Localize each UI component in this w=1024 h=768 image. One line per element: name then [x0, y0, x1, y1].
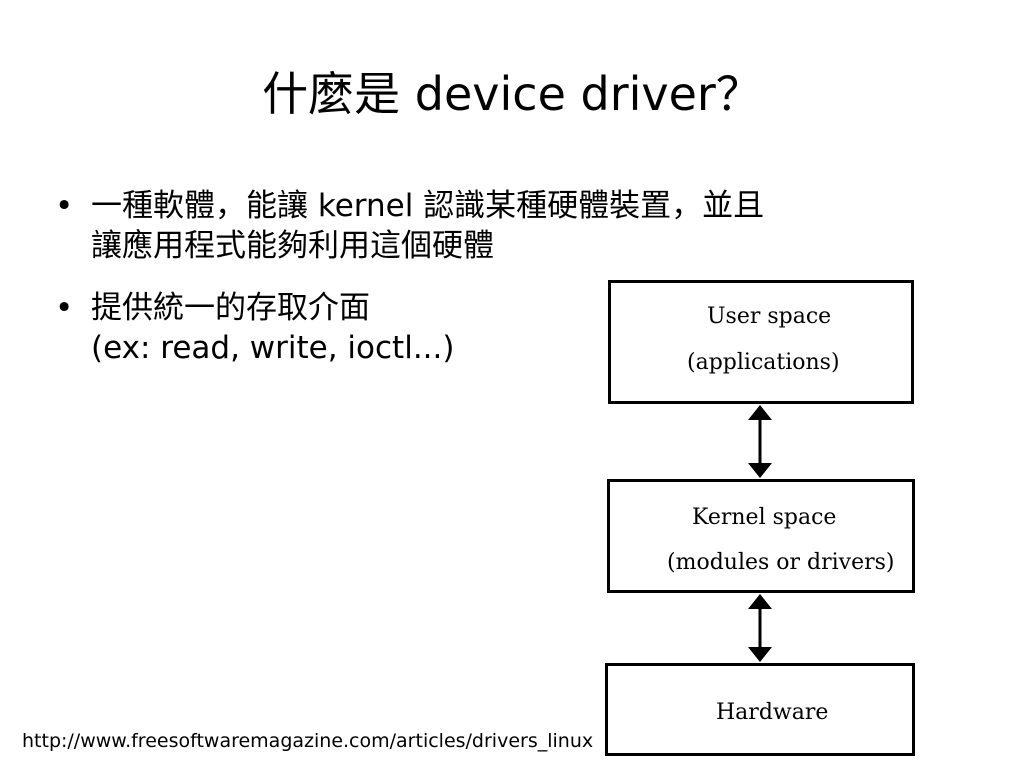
box-title: Hardware [716, 700, 829, 725]
bullet-item-2: • 提供統一的存取介面 (ex: read, write, ioctl...) [55, 288, 575, 372]
hardware-box: Hardware [605, 663, 915, 756]
bullet-line: 提供統一的存取介面 [91, 290, 370, 326]
bullet-line: 一種軟體，能讓 kernel 認識某種硬體裝置，並且 [91, 188, 765, 224]
bidirectional-arrow [748, 594, 772, 662]
box-subtitle: (applications) [687, 350, 840, 375]
arrow-head-down [748, 647, 772, 662]
kernel-space-box: Kernel space (modules or drivers) [607, 479, 915, 593]
arrow-head-up [748, 405, 772, 420]
slide-title: 什麼是 device driver？ [262, 67, 762, 121]
arrow-head-up [748, 594, 772, 609]
bullet-item-1: • 一種軟體，能讓 kernel 認識某種硬體裝置，並且 讓應用程式能夠利用這個… [55, 186, 955, 270]
bullet-text: 提供統一的存取介面 (ex: read, write, ioctl...) [91, 288, 454, 368]
bidirectional-arrow [748, 405, 772, 478]
bullet-text: 一種軟體，能讓 kernel 認識某種硬體裝置，並且 讓應用程式能夠利用這個硬體 [91, 186, 764, 266]
bullet-line: 讓應用程式能夠利用這個硬體 [91, 228, 494, 264]
architecture-diagram: User space (applications) Kernel space (… [600, 276, 920, 762]
box-subtitle: (modules or drivers) [667, 550, 895, 575]
box-title: User space [707, 304, 832, 329]
user-space-box: User space (applications) [608, 280, 914, 404]
bullet-marker: • [55, 188, 74, 224]
bullet-marker: • [55, 290, 74, 326]
box-title: Kernel space [692, 505, 837, 530]
bullet-line: (ex: read, write, ioctl...) [91, 330, 455, 366]
source-url: http://www.freesoftwaremagazine.com/arti… [22, 730, 594, 752]
arrow-head-down [748, 463, 772, 478]
